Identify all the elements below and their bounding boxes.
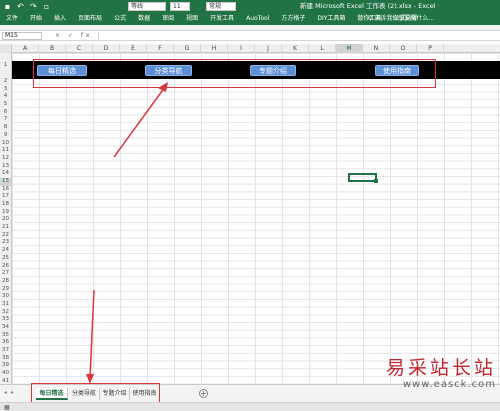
status-icon: ▦ <box>4 404 10 411</box>
arrow-up-head <box>158 82 168 92</box>
watermark-text: 易采站长站 <box>385 357 496 379</box>
add-sheet-icon[interactable]: + <box>199 389 208 398</box>
arrow-up-line <box>113 86 166 158</box>
status-bar: ▦ <box>0 402 500 411</box>
sheet-scroll-arrows[interactable]: ◂▸ <box>4 389 18 396</box>
watermark: 易采站长站 www.easck.com <box>386 357 496 391</box>
arrow-down-line <box>89 289 95 379</box>
watermark-url: www.easck.com <box>402 379 496 390</box>
annotation-arrows <box>86 82 168 384</box>
annotation-box-tabs <box>31 383 160 403</box>
